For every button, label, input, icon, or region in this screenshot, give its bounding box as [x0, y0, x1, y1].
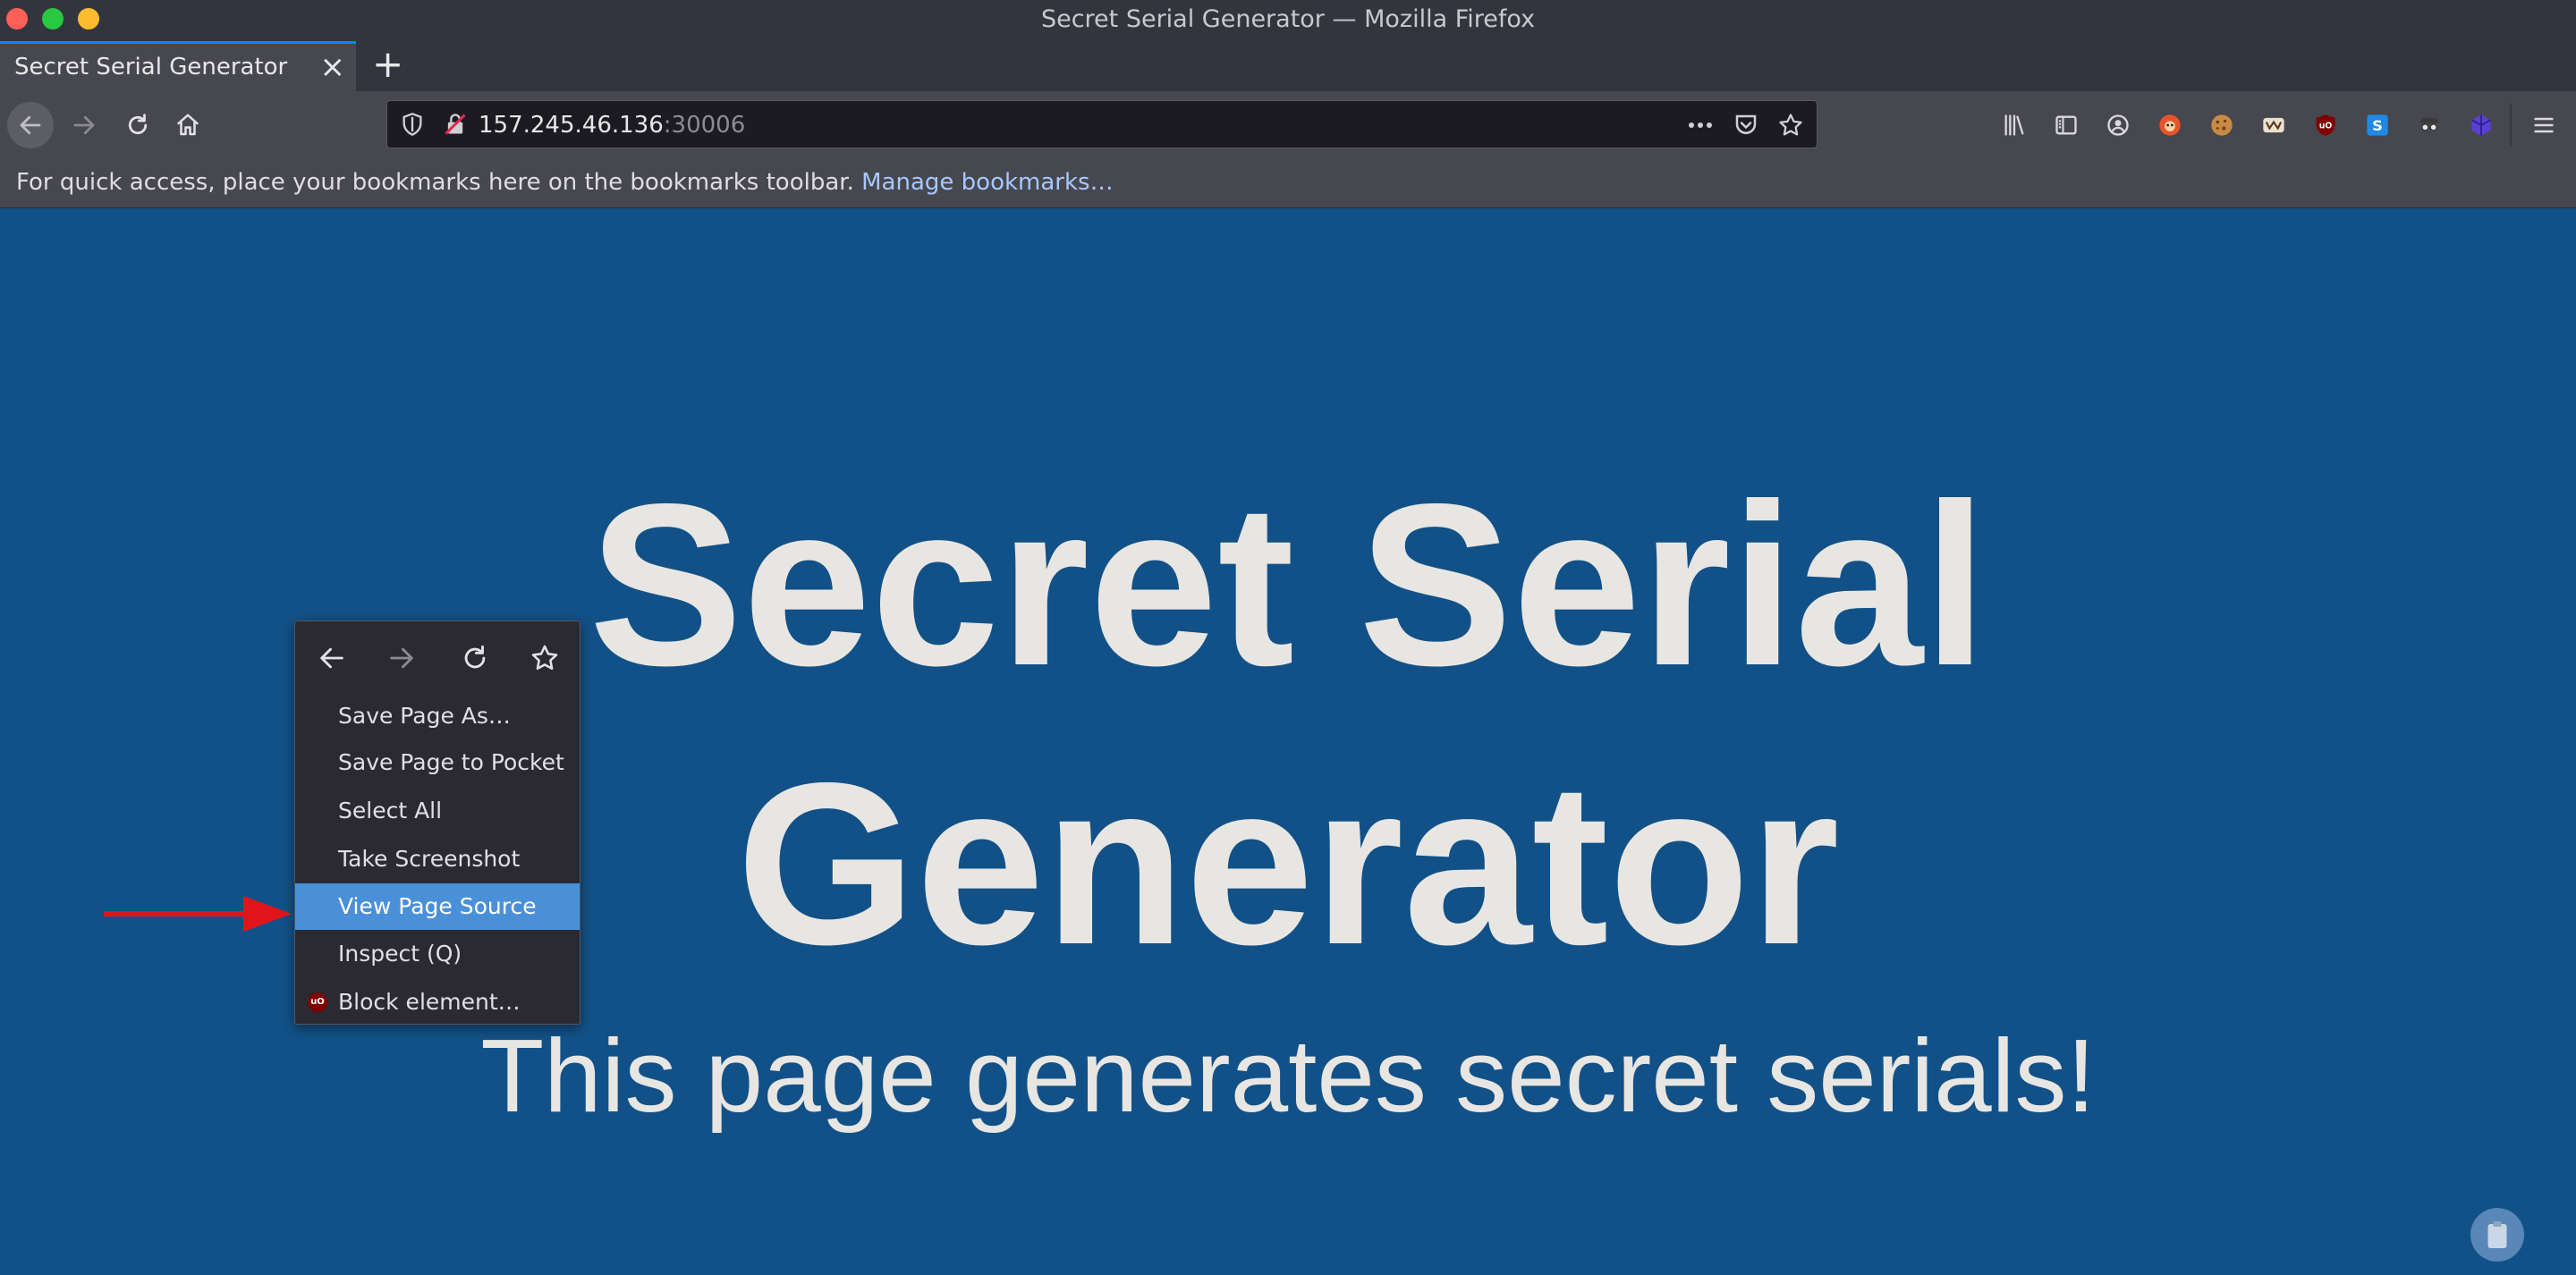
reload-button[interactable] [114, 102, 161, 148]
pocket-icon[interactable] [1733, 112, 1759, 139]
shield-icon[interactable] [400, 112, 425, 137]
menu-item-block-element-label: Block element… [338, 989, 521, 1015]
purple-cube-extension-icon[interactable] [2469, 113, 2494, 138]
window-title: Secret Serial Generator — Mozilla Firefo… [1040, 5, 1536, 33]
arrow-left-icon [320, 647, 343, 669]
context-menu: Save Page As… Save Page to Pocket Select… [294, 621, 580, 1025]
reload-icon [464, 645, 486, 669]
tab-title: Secret Serial Generator [14, 54, 288, 80]
arrow-right-icon [390, 647, 413, 669]
context-forward-button[interactable] [381, 638, 422, 679]
url-port: :30006 [663, 112, 746, 139]
menu-item-take-screenshot[interactable]: Take Screenshot [295, 836, 580, 882]
context-bookmark-button[interactable] [524, 638, 565, 679]
manage-bookmarks-link[interactable]: Manage bookmarks… [861, 169, 1113, 196]
ublock-origin-icon: uO [308, 992, 327, 1012]
sidebar-icon[interactable] [2054, 113, 2079, 138]
menu-item-select-all[interactable]: Select All [295, 788, 580, 834]
annotation-arrow [104, 896, 292, 932]
extension-fox-icon[interactable] [2157, 113, 2182, 138]
bookmarks-hint-text: For quick access, place your bookmarks h… [16, 169, 862, 196]
bookmarks-toolbar: For quick access, place your bookmarks h… [0, 159, 2576, 208]
reload-icon [128, 114, 148, 135]
tab-close-icon[interactable]: × [320, 49, 346, 85]
home-button[interactable] [165, 102, 211, 148]
tab-secret-serial-generator[interactable]: Secret Serial Generator × [0, 41, 356, 91]
window-title-bar: Secret Serial Generator — Mozilla Firefo… [0, 0, 2576, 39]
bookmarks-hint: For quick access, place your bookmarks h… [16, 169, 1114, 196]
s-extension-icon[interactable]: S [2365, 113, 2390, 138]
arrow-left-icon [20, 115, 41, 135]
hamburger-menu-icon[interactable] [2531, 113, 2556, 138]
ublock-origin-icon[interactable]: uO [2313, 113, 2338, 138]
tab-strip: Secret Serial Generator × + [0, 39, 2576, 91]
forward-button[interactable] [61, 102, 107, 148]
context-back-button[interactable] [311, 638, 352, 679]
context-reload-button[interactable] [454, 638, 496, 679]
menu-item-view-page-source[interactable]: View Page Source [295, 883, 580, 930]
navigation-toolbar: 157.245.46.136:30006 uO S [0, 91, 2576, 159]
svg-text:uO: uO [2319, 122, 2333, 131]
url-bar[interactable]: 157.245.46.136:30006 [386, 100, 1818, 148]
back-button[interactable] [7, 102, 54, 148]
home-icon [176, 114, 199, 136]
arrow-right-icon [73, 115, 95, 135]
url-text: 157.245.46.136:30006 [479, 112, 745, 139]
menu-item-block-element[interactable]: uO Block element… [295, 979, 580, 1026]
svg-text:S: S [2372, 117, 2383, 134]
wappalyzer-icon[interactable] [2261, 113, 2286, 138]
menu-item-inspect[interactable]: Inspect (Q) [295, 931, 580, 977]
bookmark-star-icon[interactable] [1777, 112, 1804, 139]
menu-item-save-page-as[interactable]: Save Page As… [295, 693, 580, 739]
clipboard-icon [2487, 1221, 2507, 1248]
page-actions-icon[interactable] [1686, 114, 1715, 137]
menu-item-save-to-pocket[interactable]: Save Page to Pocket [295, 739, 580, 786]
cookie-extension-icon[interactable] [2209, 113, 2234, 138]
library-icon[interactable] [2002, 113, 2027, 138]
insecure-lock-icon[interactable] [443, 112, 468, 137]
page-subheading: This page generates secret serials! [480, 1017, 2096, 1134]
clipboard-button[interactable] [2470, 1208, 2524, 1262]
spy-extension-icon[interactable] [2417, 113, 2442, 138]
toolbar-divider [2510, 104, 2512, 147]
url-host: 157.245.46.136 [479, 112, 664, 139]
account-icon[interactable] [2106, 113, 2131, 138]
bookmark-star-icon [531, 645, 558, 671]
new-tab-button[interactable]: + [372, 43, 403, 86]
